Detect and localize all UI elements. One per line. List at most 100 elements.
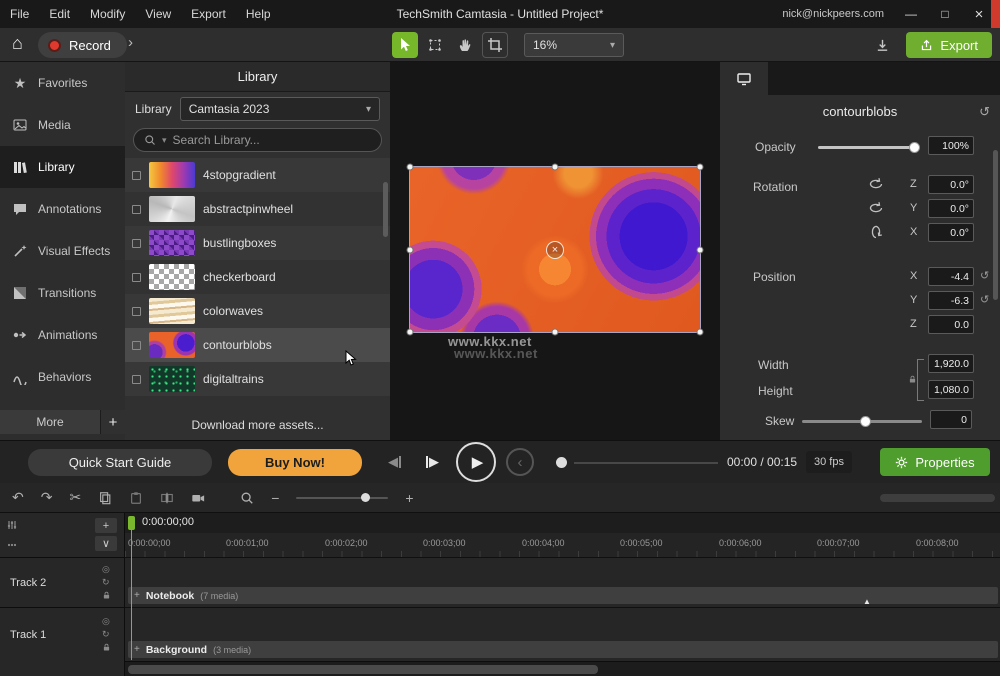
playhead-strip[interactable]: 0:00:00;00	[125, 513, 1000, 533]
sidebar-item-library[interactable]: Library	[0, 146, 125, 188]
menu-export[interactable]: Export	[191, 7, 226, 21]
sidebar-item-media[interactable]: Media	[0, 104, 125, 146]
track-2-head[interactable]: Track 2 ◎ ↻	[0, 557, 125, 607]
record-button[interactable]: Record	[38, 32, 127, 58]
properties-scrollbar[interactable]	[993, 150, 998, 300]
buy-now-button[interactable]: Buy Now!	[228, 449, 362, 476]
resize-handle-nw[interactable]	[407, 164, 414, 171]
skew-slider[interactable]	[802, 420, 922, 423]
scrubber-handle[interactable]	[556, 457, 567, 468]
cut-button[interactable]: ✂	[69, 489, 81, 506]
track-eye-icon[interactable]: ◎	[102, 565, 110, 574]
library-item-bustlingboxes[interactable]: bustlingboxes	[125, 226, 390, 260]
transform-tool-button[interactable]	[422, 32, 448, 58]
sidebar-more-button[interactable]: More	[0, 410, 100, 434]
minimize-button[interactable]: —	[904, 7, 918, 21]
group-background[interactable]: + Background (3 media)	[128, 641, 998, 658]
library-source-dropdown[interactable]: Camtasia 2023 ▾	[180, 97, 380, 121]
pan-tool-button[interactable]	[452, 32, 478, 58]
collapse-tracks-button[interactable]: ∨	[95, 536, 117, 551]
sidebar-item-annotations[interactable]: Annotations	[0, 188, 125, 230]
scrubber-track[interactable]	[574, 462, 718, 464]
split-button[interactable]	[160, 491, 174, 505]
resize-handle-sw[interactable]	[407, 329, 414, 336]
zoom-out-button[interactable]: −	[271, 490, 279, 506]
resize-handle-ne[interactable]	[697, 164, 704, 171]
track-loop-icon[interactable]: ↻	[102, 630, 110, 639]
library-search-input[interactable]: ▾ Search Library...	[133, 128, 382, 152]
timeline-toolbar-scrollbar[interactable]	[880, 494, 995, 502]
move-handle[interactable]: ×	[546, 241, 564, 259]
sidebar-item-transitions[interactable]: Transitions	[0, 272, 125, 314]
timeline-scrollbar-thumb[interactable]	[128, 665, 598, 674]
timeline-ruler[interactable]: 0:00:00;00 0:00:01;00 0:00:02;00 0:00:03…	[125, 533, 1000, 557]
reset-all-icon[interactable]: ↺	[979, 104, 990, 120]
library-item-checkerboard[interactable]: checkerboard	[125, 260, 390, 294]
opacity-value[interactable]: 100%	[928, 136, 974, 155]
library-item-abstractpinwheel[interactable]: abstractpinwheel	[125, 192, 390, 226]
sidebar-item-visual-effects[interactable]: Visual Effects	[0, 230, 125, 272]
opacity-slider-handle[interactable]	[909, 142, 920, 153]
menu-modify[interactable]: Modify	[90, 7, 125, 21]
redo-button[interactable]: ↷	[41, 489, 53, 506]
resize-handle-s[interactable]	[552, 329, 559, 336]
track-loop-icon[interactable]: ↻	[102, 578, 110, 587]
add-track-button[interactable]: +	[95, 518, 117, 533]
previous-frame-button[interactable]: ◀	[388, 454, 401, 470]
quick-start-guide-button[interactable]: Quick Start Guide	[28, 449, 212, 476]
download-more-assets-link[interactable]: Download more assets...	[125, 418, 390, 432]
undo-button[interactable]: ↶	[12, 489, 24, 506]
sidebar-item-animations[interactable]: Animations	[0, 314, 125, 356]
selected-media-preview[interactable]: ×	[410, 167, 700, 332]
menu-help[interactable]: Help	[246, 7, 271, 21]
height-value[interactable]: 1,080.0	[928, 380, 974, 399]
width-value[interactable]: 1,920.0	[928, 354, 974, 373]
rotation-y-value[interactable]: 0.0°	[928, 199, 974, 218]
crop-tool-button[interactable]	[482, 32, 508, 58]
properties-toggle-button[interactable]: Properties	[880, 448, 990, 476]
expand-group-icon[interactable]: +	[134, 644, 140, 655]
timeline-horizontal-scrollbar[interactable]	[125, 661, 1000, 676]
resize-handle-e[interactable]	[697, 246, 704, 253]
track-lock-icon[interactable]	[102, 591, 111, 602]
reset-position-y-icon[interactable]: ↺	[980, 293, 989, 306]
account-email[interactable]: nick@nickpeers.com	[782, 8, 884, 20]
library-item-digitaltrains[interactable]: digitaltrains	[125, 362, 390, 396]
jump-back-button[interactable]: ‹	[506, 448, 534, 476]
skew-slider-handle[interactable]	[860, 416, 871, 427]
canvas-stage[interactable]: × www.kkx.net www.kkx.net	[390, 62, 720, 440]
position-x-value[interactable]: -4.4	[928, 267, 974, 286]
timeline-zoom-handle[interactable]	[361, 493, 370, 502]
sidebar-item-behaviors[interactable]: Behaviors	[0, 356, 125, 398]
record-expand-chevron[interactable]: ›	[128, 34, 133, 51]
track-1-head[interactable]: Track 1 ◎ ↻	[0, 607, 125, 661]
export-button[interactable]: Export	[906, 32, 992, 58]
close-button[interactable]: ×	[972, 6, 986, 23]
copy-button[interactable]	[98, 491, 112, 505]
skew-value[interactable]: 0	[930, 410, 972, 429]
track-levels-icon[interactable]	[6, 519, 18, 534]
resize-handle-n[interactable]	[552, 164, 559, 171]
track-eye-icon[interactable]: ◎	[102, 617, 110, 626]
canvas-zoom-select[interactable]: 16% ▾	[524, 33, 624, 57]
resize-handle-se[interactable]	[697, 329, 704, 336]
play-button[interactable]: ▶	[456, 442, 496, 482]
lock-aspect-icon[interactable]	[908, 373, 917, 387]
menu-file[interactable]: File	[10, 7, 29, 21]
timeline-zoom-button[interactable]	[240, 491, 254, 505]
timeline-zoom-slider[interactable]	[296, 497, 388, 499]
track-options-icon[interactable]	[6, 539, 18, 554]
expand-group-icon[interactable]: +	[134, 590, 140, 601]
tab-visual-properties[interactable]	[720, 62, 768, 95]
home-icon[interactable]: ⌂	[12, 33, 23, 54]
position-y-value[interactable]: -6.3	[928, 291, 974, 310]
maximize-button[interactable]: □	[938, 7, 952, 21]
fps-display[interactable]: 30 fps	[806, 451, 852, 473]
track-1-lane[interactable]: + Background (3 media)	[125, 607, 1000, 661]
add-tool-button[interactable]: +	[100, 410, 125, 434]
reset-position-x-icon[interactable]: ↺	[980, 269, 989, 282]
download-button[interactable]	[870, 33, 894, 57]
playhead-line[interactable]	[131, 527, 132, 660]
library-scrollbar[interactable]	[383, 182, 388, 237]
sidebar-item-favorites[interactable]: ★ Favorites	[0, 62, 125, 104]
